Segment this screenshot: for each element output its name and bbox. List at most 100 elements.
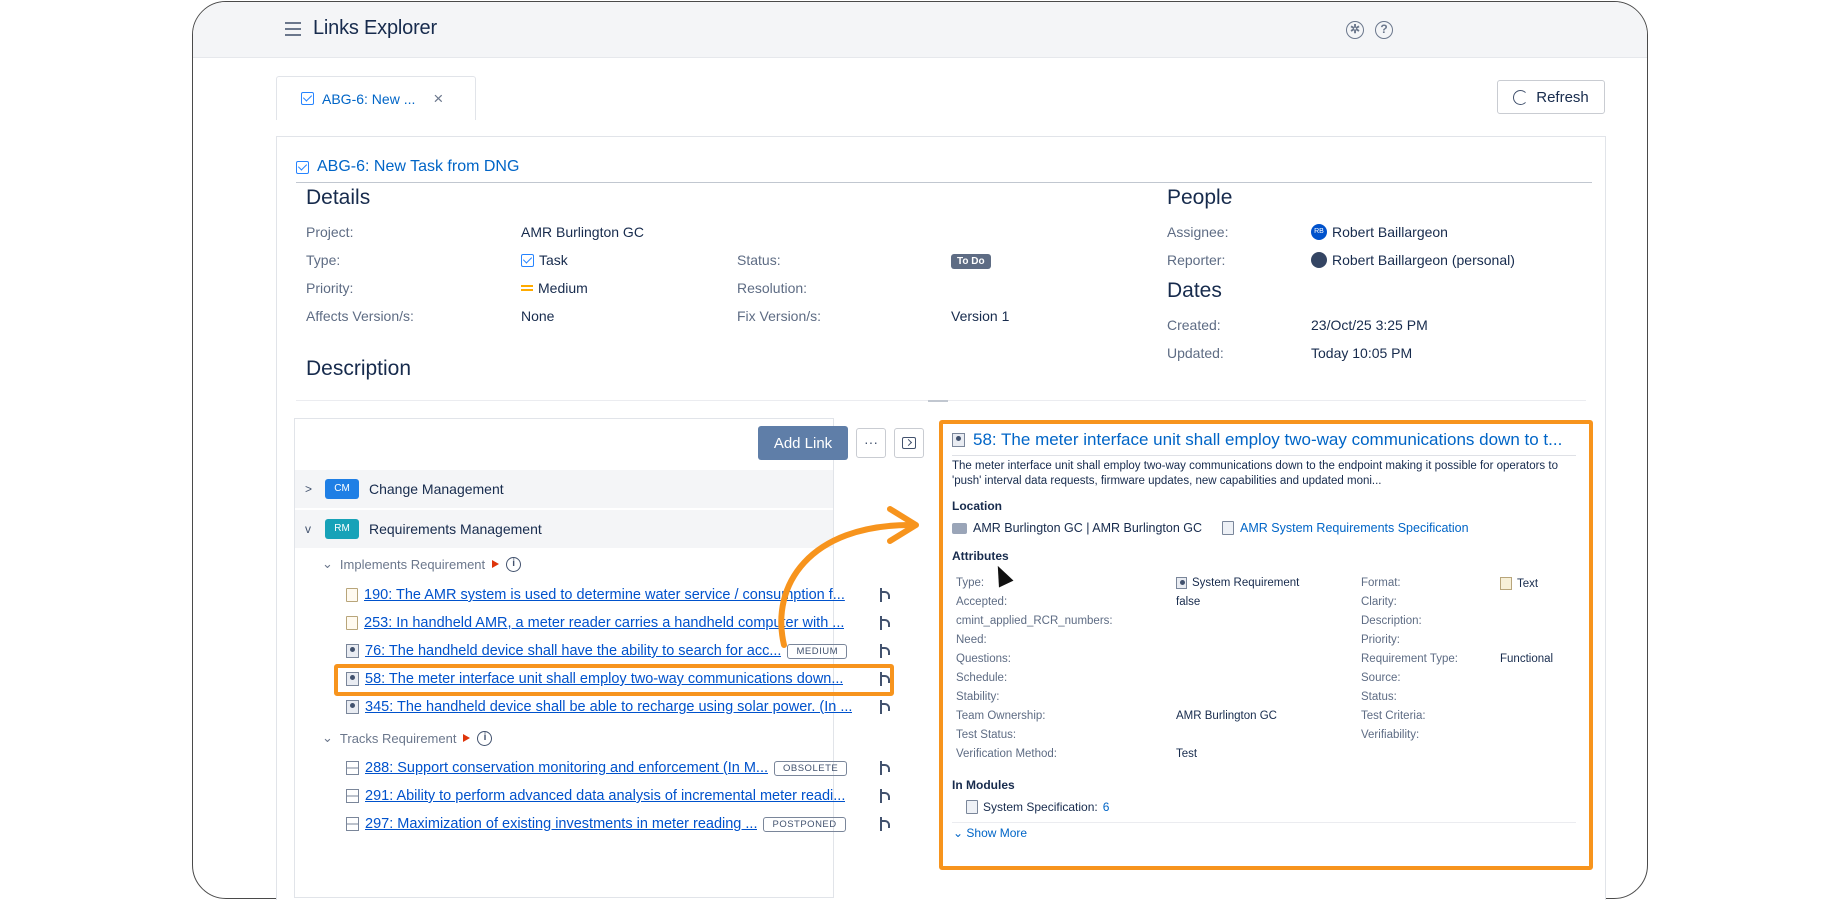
flag-icon xyxy=(463,734,471,742)
branch-icon[interactable] xyxy=(878,816,890,832)
refresh-label: Refresh xyxy=(1536,88,1589,106)
annotation-arrow-icon xyxy=(778,506,919,648)
project-text: AMR Burlington GC xyxy=(521,224,644,240)
resolution-label: Resolution: xyxy=(737,280,808,296)
affects-text: None xyxy=(521,308,555,324)
updated-label: Updated: xyxy=(1167,345,1224,361)
project-value: AMR Burlington GC xyxy=(521,224,644,240)
header-divider xyxy=(296,182,1592,183)
content-clip: ABG-6: New ... × Refresh ABG-6: New Task… xyxy=(192,0,1648,900)
updated-value: Today 10:05 PM xyxy=(1311,345,1412,361)
attr-label: Requirement Type: xyxy=(1361,653,1458,665)
feature-icon xyxy=(346,761,359,775)
branch-icon[interactable] xyxy=(878,760,890,776)
location-row: AMR Burlington GC | AMR Burlington GC AM… xyxy=(952,521,1469,535)
affects-label: Affects Version/s: xyxy=(306,308,414,324)
created-text: 23/Oct/25 3:25 PM xyxy=(1311,317,1428,333)
group-badge: CM xyxy=(325,479,359,499)
refresh-button[interactable]: Refresh xyxy=(1497,80,1605,114)
attr-label: Stability: xyxy=(956,691,1000,703)
assignee-value[interactable]: RB Robert Baillargeon xyxy=(1311,224,1448,240)
description-heading: Description xyxy=(306,357,412,380)
link-text[interactable]: 345: The handheld device shall be able t… xyxy=(365,699,852,715)
attr-value-text: Text xyxy=(1517,577,1539,590)
link-text[interactable]: 288: Support conservation monitoring and… xyxy=(365,760,768,776)
resize-handle[interactable] xyxy=(928,400,948,402)
list-item[interactable]: 297: Maximization of existing investment… xyxy=(346,813,906,835)
task-icon xyxy=(301,92,314,105)
toggle-preview-button[interactable] xyxy=(894,428,924,458)
module-count-link[interactable]: 6 xyxy=(1103,800,1110,814)
document-icon xyxy=(346,588,358,602)
dates-heading: Dates xyxy=(1167,279,1222,302)
status-badge: POSTPONED xyxy=(763,816,846,832)
project-label: Project: xyxy=(306,224,354,240)
link-text[interactable]: 291: Ability to perform advanced data an… xyxy=(365,788,845,804)
show-more-link[interactable]: ⌄ Show More xyxy=(953,826,1027,840)
attr-label: Test Criteria: xyxy=(1361,710,1426,722)
priority-medium-icon xyxy=(521,285,533,291)
requirement-icon xyxy=(346,672,359,686)
preview-divider xyxy=(952,822,1576,823)
link-text[interactable]: 76: The handheld device shall have the a… xyxy=(365,643,781,659)
branch-icon[interactable] xyxy=(878,699,890,715)
attr-value: AMR Burlington GC xyxy=(1176,710,1277,722)
preview-title[interactable]: 58: The meter interface unit shall emplo… xyxy=(952,430,1572,450)
list-item[interactable]: 288: Support conservation monitoring and… xyxy=(346,757,906,779)
created-value: 23/Oct/25 3:25 PM xyxy=(1311,317,1428,333)
list-item[interactable]: 291: Ability to perform advanced data an… xyxy=(346,785,906,807)
group-title: Requirements Management xyxy=(369,521,542,537)
group-change-management[interactable]: > CM Change Management xyxy=(295,470,833,508)
location-module-link[interactable]: AMR System Requirements Specification xyxy=(1240,521,1469,535)
feature-icon xyxy=(346,789,359,803)
add-link-button[interactable]: Add Link xyxy=(758,426,848,460)
info-icon[interactable]: i xyxy=(506,556,522,572)
attr-label: Priority: xyxy=(1361,634,1400,646)
attr-label: Description: xyxy=(1361,615,1422,627)
attr-label: Type: xyxy=(956,577,985,589)
preview-title-text[interactable]: 58: The meter interface unit shall emplo… xyxy=(973,430,1562,450)
branch-icon[interactable] xyxy=(878,788,890,804)
link-type-title: Tracks Requirement xyxy=(339,730,457,746)
attr-label: Team Ownership: xyxy=(956,710,1046,722)
more-options-button[interactable]: ··· xyxy=(856,428,886,458)
link-text[interactable]: 297: Maximization of existing investment… xyxy=(365,816,757,832)
tracks-header[interactable]: ⌄ Tracks Requirement i xyxy=(322,730,493,746)
list-item[interactable]: 345: The handheld device shall be able t… xyxy=(346,696,906,718)
fix-text: Version 1 xyxy=(951,308,1010,324)
attr-value: Test xyxy=(1176,748,1198,760)
preview-description: The meter interface unit shall employ tw… xyxy=(952,460,1558,487)
text-format-icon xyxy=(1500,577,1512,590)
info-icon[interactable]: i xyxy=(477,730,493,746)
modules-heading: In Modules xyxy=(952,778,1015,792)
priority-text: Medium xyxy=(538,280,588,296)
task-icon xyxy=(521,253,534,267)
type-label: Type: xyxy=(306,252,341,268)
group-requirements-management[interactable]: v RM Requirements Management xyxy=(295,510,833,548)
issue-title[interactable]: ABG-6: New Task from DNG xyxy=(317,158,519,176)
attr-label: Format: xyxy=(1361,577,1401,589)
tab-abg-6[interactable]: ABG-6: New ... × xyxy=(276,76,476,120)
attr-label: Questions: xyxy=(956,653,1011,665)
details-heading: Details xyxy=(306,186,371,209)
attributes-heading: Attributes xyxy=(952,549,1009,563)
chevron-down-icon: ⌄ xyxy=(953,826,967,840)
module-row: System Specification: 6 xyxy=(966,800,1109,814)
people-heading: People xyxy=(1167,186,1233,209)
reporter-value[interactable]: Robert Baillargeon (personal) xyxy=(1311,252,1515,268)
folder-icon xyxy=(952,522,967,534)
attr-label: Status: xyxy=(1361,691,1397,703)
assignee-label: Assignee: xyxy=(1167,224,1229,240)
priority-label: Priority: xyxy=(306,280,354,296)
link-text[interactable]: 58: The meter interface unit shall emplo… xyxy=(365,671,843,687)
attr-value: false xyxy=(1176,596,1201,608)
requirement-icon xyxy=(346,644,359,658)
panel-icon xyxy=(902,437,916,449)
list-item-selected[interactable]: 58: The meter interface unit shall emplo… xyxy=(346,668,906,690)
implements-header[interactable]: ⌄ Implements Requirement i xyxy=(322,556,522,572)
attr-label: Schedule: xyxy=(956,672,1008,684)
close-icon[interactable]: × xyxy=(433,89,443,109)
requirement-icon xyxy=(952,433,965,447)
branch-icon[interactable] xyxy=(878,671,890,687)
module-icon xyxy=(1222,521,1235,535)
